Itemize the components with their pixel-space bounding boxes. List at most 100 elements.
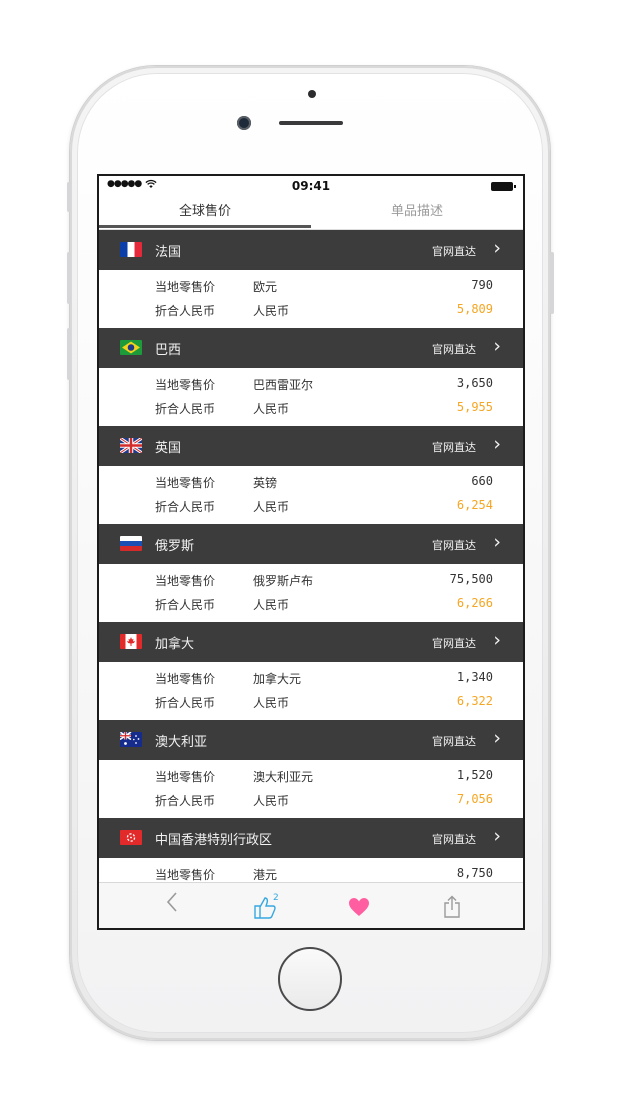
cny-price-row: 折合人民币 人民币 6,254 [99,498,523,518]
cny-currency: 人民币 [253,402,290,416]
cny-price-value: 5,955 [456,400,493,414]
cny-price-label: 折合人民币 [155,500,216,514]
local-price-row: 当地零售价 巴西雷亚尔 3,650 [99,376,523,396]
hong-kong-flag-icon [120,830,142,845]
official-site-link[interactable]: 官网直达 [432,439,476,455]
local-price-label: 当地零售价 [155,280,216,294]
chevron-right-icon: › [493,237,501,259]
like-button[interactable]: 2 [247,891,283,921]
official-site-link[interactable]: 官网直达 [432,831,476,847]
like-count: 2 [273,893,279,903]
local-price-label: 当地零售价 [155,476,216,490]
back-button[interactable] [157,891,187,921]
favorite-button[interactable] [344,891,374,921]
volume-up-button [67,252,71,304]
segment-tabs: 全球售价 单品描述 [99,198,523,230]
local-price-value: 8,750 [456,866,493,880]
cny-price-row: 折合人民币 人民币 6,322 [99,694,523,714]
chevron-right-icon: › [493,825,501,847]
local-currency: 英镑 [253,476,278,490]
price-block: 当地零售价 巴西雷亚尔 3,650 折合人民币 人民币 5,955 [99,368,523,426]
country-header[interactable]: 澳大利亚 官网直达 › [99,720,523,760]
country-name: 澳大利亚 [155,735,208,750]
france-flag-icon [120,242,142,257]
battery-icon [491,182,516,191]
country-name: 中国香港特别行政区 [155,833,273,848]
cny-currency: 人民币 [253,500,290,514]
cny-currency: 人民币 [253,598,290,612]
country-name: 英国 [155,441,182,456]
cny-price-label: 折合人民币 [155,304,216,318]
chevron-left-icon [166,892,177,912]
local-currency: 欧元 [253,280,278,294]
cny-price-value: 6,254 [456,498,493,512]
official-site-link[interactable]: 官网直达 [432,635,476,651]
cny-currency: 人民币 [253,304,290,318]
local-price-value: 790 [471,278,493,292]
price-block: 当地零售价 澳大利亚元 1,520 折合人民币 人民币 7,056 [99,760,523,818]
local-currency: 港元 [253,868,278,882]
official-site-link[interactable]: 官网直达 [432,341,476,357]
earpiece-speaker [279,121,343,125]
price-block: 当地零售价 加拿大元 1,340 折合人民币 人民币 6,322 [99,662,523,720]
cny-price-label: 折合人民币 [155,598,216,612]
country-header[interactable]: 中国香港特别行政区 官网直达 › [99,818,523,858]
country-header[interactable]: 英国 官网直达 › [99,426,523,466]
bottom-toolbar: 2 [99,882,523,928]
cny-price-row: 折合人民币 人民币 6,266 [99,596,523,616]
country-header[interactable]: 法国 官网直达 › [99,230,523,270]
price-block: 当地零售价 俄罗斯卢布 75,500 折合人民币 人民币 6,266 [99,564,523,622]
local-price-label: 当地零售价 [155,672,216,686]
mute-switch [67,182,71,212]
cny-price-label: 折合人民币 [155,402,216,416]
local-price-label: 当地零售价 [155,770,216,784]
front-camera [237,116,251,130]
country-price-list: 法国 官网直达 › 当地零售价 欧元 790 折合人民币 人民币 5,809 巴… [99,230,523,916]
cny-price-value: 7,056 [456,792,493,806]
local-price-value: 1,520 [456,768,493,782]
tab-item-description[interactable]: 单品描述 [311,198,523,228]
local-currency: 澳大利亚元 [253,770,314,784]
price-block: 当地零售价 欧元 790 折合人民币 人民币 5,809 [99,270,523,328]
country-header[interactable]: 加拿大 官网直达 › [99,622,523,662]
screen: ●●●●● 09:41 全球售价 单品描述 法国 官网直达 › 当地零售价 欧元… [97,174,525,930]
local-price-value: 1,340 [456,670,493,684]
volume-down-button [67,328,71,380]
cny-price-value: 6,266 [456,596,493,610]
cny-price-row: 折合人民币 人民币 5,955 [99,400,523,420]
local-price-value: 660 [471,474,493,488]
australia-flag-icon [120,732,142,747]
chevron-right-icon: › [493,433,501,455]
chevron-right-icon: › [493,629,501,651]
cny-price-row: 折合人民币 人民币 5,809 [99,302,523,322]
cny-price-label: 折合人民币 [155,794,216,808]
heart-icon [349,897,369,916]
price-block: 当地零售价 英镑 660 折合人民币 人民币 6,254 [99,466,523,524]
share-icon [444,895,460,918]
cny-price-label: 折合人民币 [155,696,216,710]
country-header[interactable]: 巴西 官网直达 › [99,328,523,368]
canada-flag-icon [120,634,142,649]
official-site-link[interactable]: 官网直达 [432,537,476,553]
local-currency: 加拿大元 [253,672,302,686]
country-name: 加拿大 [155,637,195,652]
status-time: 09:41 [291,179,331,193]
brazil-flag-icon [120,340,142,355]
home-button[interactable] [278,947,342,1011]
official-site-link[interactable]: 官网直达 [432,733,476,749]
local-price-row: 当地零售价 英镑 660 [99,474,523,494]
local-price-label: 当地零售价 [155,378,216,392]
proximity-sensor [308,90,316,98]
official-site-link[interactable]: 官网直达 [432,243,476,259]
local-currency: 俄罗斯卢布 [253,574,314,588]
share-button[interactable] [437,891,467,921]
local-currency: 巴西雷亚尔 [253,378,314,392]
country-name: 法国 [155,245,182,260]
local-price-value: 3,650 [456,376,493,390]
local-price-value: 75,500 [449,572,493,586]
power-button [550,252,554,314]
tab-global-price[interactable]: 全球售价 [99,198,311,228]
uk-flag-icon [120,438,142,453]
country-name: 俄罗斯 [155,539,195,554]
country-header[interactable]: 俄罗斯 官网直达 › [99,524,523,564]
